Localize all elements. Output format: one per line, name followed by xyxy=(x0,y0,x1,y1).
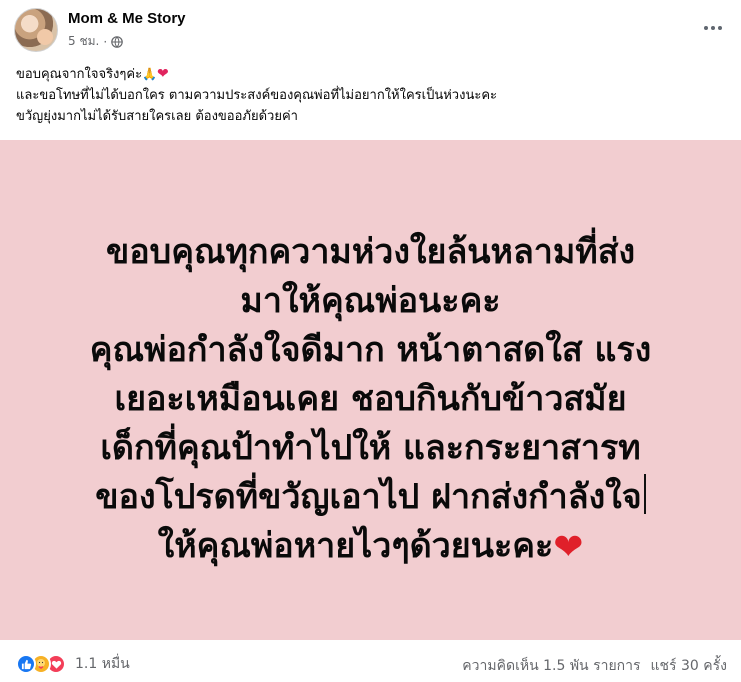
shares-count-link[interactable]: แชร์ 30 ครั้ง xyxy=(651,655,727,677)
pray-icon: 🙏 xyxy=(142,67,158,81)
image-text-line: ให้คุณพ่อหายไวๆด้วยนะคะ xyxy=(157,526,554,566)
dot-icon xyxy=(711,26,715,30)
like-icon xyxy=(16,654,36,674)
care-face-icon xyxy=(37,659,45,669)
page-avatar[interactable] xyxy=(14,8,58,52)
post-meta: 5 ชม. · xyxy=(68,32,123,51)
post-footer: 1.1 หมื่น ความคิดเห็น 1.5 พัน รายการ แชร… xyxy=(0,640,741,682)
post-caption: ขอบคุณจากใจจริงๆค่ะ🙏❤ และขอโทษที่ไม่ได้บ… xyxy=(16,64,726,127)
post-stats: ความคิดเห็น 1.5 พัน รายการ แชร์ 30 ครั้ง xyxy=(462,655,727,677)
image-text-line: เด็กที่คุณป้าทำไปให้ และกระยาสารท xyxy=(100,428,641,468)
meta-separator: · xyxy=(103,34,108,49)
caption-text-1: ขอบคุณจากใจจริงๆค่ะ xyxy=(16,67,143,82)
caption-line-1: ขอบคุณจากใจจริงๆค่ะ🙏❤ xyxy=(16,64,726,85)
image-text-line: คุณพ่อกำลังใจดีมาก หน้าตาสดใส แรง xyxy=(89,330,652,370)
image-text-line-with-heart: ให้คุณพ่อหายไวๆด้วยนะคะ❤ xyxy=(0,522,741,572)
image-text-line: ของโปรดที่ขวัญเอาไป ฝากส่งกำลังใจ xyxy=(95,477,642,517)
image-text-line: ขอบคุณทุกความห่วงใยล้นหลามที่ส่ง xyxy=(105,232,636,272)
reaction-count: 1.1 หมื่น xyxy=(75,656,130,672)
reactions-summary[interactable]: 1.1 หมื่น xyxy=(16,653,130,675)
caption-line-3: ขวัญยุ่งมากไม่ได้รับสายใครเลย ต้องขออภัย… xyxy=(16,109,298,124)
love-heart-icon xyxy=(51,660,61,669)
post-image[interactable]: ขอบคุณทุกความห่วงใยล้นหลามที่ส่ง มาให้คุ… xyxy=(0,140,741,640)
page-name-link[interactable]: Mom & Me Story xyxy=(68,10,186,27)
post-header: Mom & Me Story 5 ชม. · xyxy=(14,8,727,54)
comments-count-link[interactable]: ความคิดเห็น 1.5 พัน รายการ xyxy=(462,655,640,677)
facebook-post: Mom & Me Story 5 ชม. · ขอบคุณจากใจจริงๆค… xyxy=(0,0,741,682)
dot-icon xyxy=(718,26,722,30)
dot-icon xyxy=(704,26,708,30)
post-time[interactable]: 5 ชม. xyxy=(68,32,99,51)
thumbs-up-icon xyxy=(21,659,31,669)
image-text-line: มาให้คุณพ่อนะคะ xyxy=(240,281,501,321)
avatar-child-face xyxy=(37,29,53,45)
more-options-button[interactable] xyxy=(699,16,727,40)
text-caret xyxy=(643,474,646,514)
caption-line-2: และขอโทษที่ไม่ได้บอกใคร ตามความประสงค์ขอ… xyxy=(16,88,497,103)
image-text-line: เยอะเหมือนเคย ชอบกินกับข้าวสมัย xyxy=(114,379,627,419)
image-text-line-with-caret: ของโปรดที่ขวัญเอาไป ฝากส่งกำลังใจ xyxy=(0,473,741,522)
globe-icon[interactable] xyxy=(111,35,123,48)
heart-icon: ❤ xyxy=(553,527,584,568)
heart-icon: ❤ xyxy=(157,66,169,82)
image-text-block: ขอบคุณทุกความห่วงใยล้นหลามที่ส่ง มาให้คุ… xyxy=(0,228,741,572)
